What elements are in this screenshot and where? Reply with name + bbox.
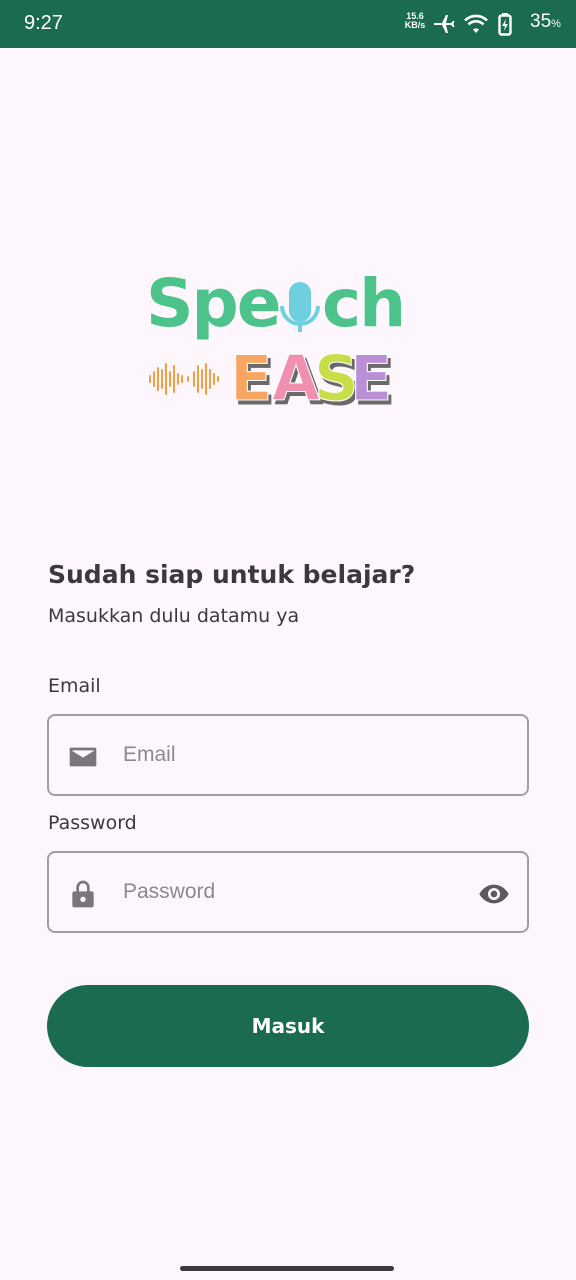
svg-text:ch: ch — [322, 265, 404, 342]
email-field[interactable] — [47, 714, 529, 796]
status-time: 9:27 — [24, 12, 63, 34]
password-field[interactable] — [47, 851, 529, 933]
mail-icon — [69, 747, 97, 767]
svg-text:A: A — [272, 342, 320, 412]
network-speed: 15.6 KB/s — [402, 12, 428, 30]
page-title: Sudah siap untuk belajar? — [48, 560, 416, 589]
password-label: Password — [48, 812, 137, 834]
svg-text:E: E — [350, 342, 392, 412]
status-bar: 9:27 15.6 KB/s 35% — [0, 0, 576, 48]
battery-percent: 35% — [530, 11, 561, 32]
airplane-icon — [434, 15, 455, 33]
login-button[interactable]: Masuk — [47, 985, 529, 1067]
email-input[interactable] — [123, 730, 453, 780]
lock-icon — [72, 880, 94, 908]
svg-text:E: E — [230, 342, 272, 412]
eye-icon[interactable] — [477, 878, 511, 910]
page-subtitle: Masukkan dulu datamu ya — [48, 605, 300, 627]
home-indicator[interactable] — [180, 1266, 394, 1271]
logo-ease-text: E A S E — [230, 342, 393, 413]
password-input[interactable] — [123, 867, 453, 917]
battery-icon — [498, 13, 512, 36]
microphone-icon — [280, 282, 320, 332]
network-speed-unit: KB/s — [404, 20, 426, 30]
sound-wave-icon — [149, 363, 219, 395]
logo-speech-text: Spe — [146, 265, 280, 342]
wifi-icon — [464, 14, 488, 33]
speech-ease-logo: Spe ch E A S E — [146, 265, 404, 413]
email-label: Email — [48, 675, 101, 697]
